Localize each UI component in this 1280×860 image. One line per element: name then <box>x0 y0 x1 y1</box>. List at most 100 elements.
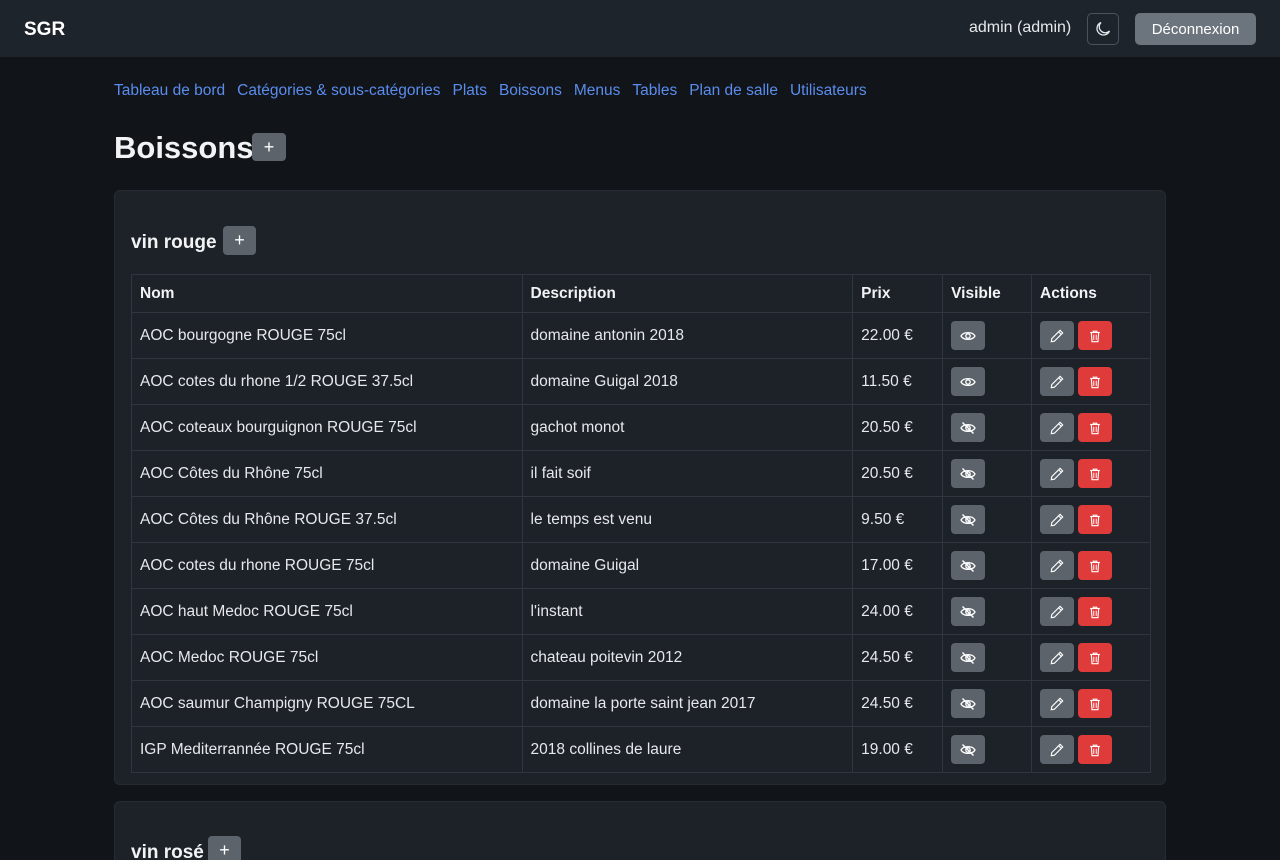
table-row: AOC coteaux bourguignon ROUGE 75cl gachot… <box>131 404 1151 451</box>
toggle-visibility-button[interactable] <box>951 459 986 488</box>
cell-prix: 17.00 € <box>852 542 944 589</box>
pencil-icon <box>1050 743 1064 756</box>
toggle-visibility-button[interactable] <box>951 505 986 534</box>
table-header-row: Nom Description Prix Visible Actions <box>131 274 1151 313</box>
edit-button[interactable] <box>1040 551 1075 580</box>
logout-button[interactable]: Déconnexion <box>1135 13 1256 45</box>
nav-link-plats[interactable]: Plats <box>453 82 487 100</box>
section-card-vin-rouge: vin rouge + Nom Description Prix Visible… <box>114 190 1166 785</box>
cell-actions <box>1031 680 1151 727</box>
trash-icon <box>1090 514 1100 526</box>
table-body: AOC bourgogne ROUGE 75cl domaine antonin … <box>131 312 1151 773</box>
trash-icon <box>1090 560 1100 572</box>
trash-icon <box>1090 698 1100 710</box>
eye-slash-icon <box>960 697 976 710</box>
table-row: AOC Côtes du Rhône ROUGE 37.5cl le temps … <box>131 496 1151 543</box>
trash-icon <box>1090 330 1100 342</box>
cell-nom: AOC Côtes du Rhône ROUGE 37.5cl <box>131 496 523 543</box>
cell-prix: 24.00 € <box>852 588 944 635</box>
trash-icon <box>1090 606 1100 618</box>
delete-button[interactable] <box>1078 321 1113 350</box>
cell-prix: 20.50 € <box>852 404 944 451</box>
cell-nom: AOC coteaux bourguignon ROUGE 75cl <box>131 404 523 451</box>
nav-link-menus[interactable]: Menus <box>574 82 621 100</box>
column-header-nom: Nom <box>131 274 523 313</box>
delete-button[interactable] <box>1078 597 1113 626</box>
edit-button[interactable] <box>1040 597 1075 626</box>
toggle-visibility-button[interactable] <box>951 413 986 442</box>
eye-slash-icon <box>960 421 976 434</box>
cell-visible <box>942 726 1033 773</box>
cell-description: l'instant <box>521 588 854 635</box>
section-title: vin rouge <box>131 232 217 253</box>
column-header-visible: Visible <box>942 274 1033 313</box>
edit-button[interactable] <box>1040 689 1075 718</box>
cell-description: domaine la porte saint jean 2017 <box>521 680 854 727</box>
cell-nom: AOC cotes du rhone ROUGE 75cl <box>131 542 523 589</box>
brand-logo[interactable]: SGR <box>24 19 65 41</box>
edit-button[interactable] <box>1040 505 1075 534</box>
delete-button[interactable] <box>1078 735 1113 764</box>
cell-nom: AOC Medoc ROUGE 75cl <box>131 634 523 681</box>
pencil-icon <box>1050 513 1064 526</box>
cell-actions <box>1031 358 1151 405</box>
edit-button[interactable] <box>1040 643 1075 672</box>
nav-link-tables[interactable]: Tables <box>632 82 677 100</box>
nav-link-categories[interactable]: Catégories & sous-catégories <box>237 82 440 100</box>
cell-prix: 20.50 € <box>852 450 944 497</box>
cell-visible <box>942 496 1033 543</box>
page-title: Boissons <box>114 130 254 165</box>
section-card-vin-rose: vin rosé + <box>114 801 1166 860</box>
toggle-visibility-button[interactable] <box>951 689 986 718</box>
cell-nom: AOC bourgogne ROUGE 75cl <box>131 312 523 359</box>
nav-link-dashboard[interactable]: Tableau de bord <box>114 82 225 100</box>
trash-icon <box>1090 468 1100 480</box>
edit-button[interactable] <box>1040 413 1075 442</box>
trash-icon <box>1090 376 1100 388</box>
eye-icon <box>960 377 976 386</box>
delete-button[interactable] <box>1078 689 1113 718</box>
nav-link-boissons[interactable]: Boissons <box>499 82 562 100</box>
cell-actions <box>1031 588 1151 635</box>
cell-actions <box>1031 496 1151 543</box>
table-row: AOC haut Medoc ROUGE 75cl l'instant 24.00 … <box>131 588 1151 635</box>
table-row: AOC bourgogne ROUGE 75cl domaine antonin … <box>131 312 1151 359</box>
cell-visible <box>942 450 1033 497</box>
cell-actions <box>1031 726 1151 773</box>
toggle-visibility-button[interactable] <box>951 735 986 764</box>
delete-button[interactable] <box>1078 459 1113 488</box>
eye-slash-icon <box>960 605 976 618</box>
add-to-section-button[interactable]: + <box>223 226 256 255</box>
trash-icon <box>1090 422 1100 434</box>
current-user: admin (admin) <box>969 19 1072 36</box>
trash-icon <box>1090 652 1100 664</box>
pencil-icon <box>1050 467 1064 480</box>
drinks-table: Nom Description Prix Visible Actions AOC… <box>131 274 1151 773</box>
delete-button[interactable] <box>1078 505 1113 534</box>
toggle-visibility-button[interactable] <box>951 597 986 626</box>
toggle-visibility-button[interactable] <box>951 321 986 350</box>
add-boisson-button[interactable]: + <box>252 133 286 161</box>
theme-toggle-button[interactable] <box>1087 13 1119 45</box>
cell-description: 2018 collines de laure <box>521 726 854 773</box>
toggle-visibility-button[interactable] <box>951 367 986 396</box>
delete-button[interactable] <box>1078 413 1113 442</box>
delete-button[interactable] <box>1078 643 1113 672</box>
edit-button[interactable] <box>1040 367 1075 396</box>
table-row: AOC cotes du rhone ROUGE 75cl domaine Gui… <box>131 542 1151 589</box>
cell-description: il fait soif <box>521 450 854 497</box>
moon-icon <box>1096 21 1111 36</box>
edit-button[interactable] <box>1040 735 1075 764</box>
toggle-visibility-button[interactable] <box>951 643 986 672</box>
cell-actions <box>1031 450 1151 497</box>
cell-description: domaine antonin 2018 <box>521 312 854 359</box>
delete-button[interactable] <box>1078 551 1113 580</box>
edit-button[interactable] <box>1040 459 1075 488</box>
nav-link-plan-de-salle[interactable]: Plan de salle <box>689 82 778 100</box>
edit-button[interactable] <box>1040 321 1075 350</box>
cell-nom: AOC haut Medoc ROUGE 75cl <box>131 588 523 635</box>
toggle-visibility-button[interactable] <box>951 551 986 580</box>
add-to-section-button[interactable]: + <box>208 836 241 860</box>
delete-button[interactable] <box>1078 367 1113 396</box>
nav-link-utilisateurs[interactable]: Utilisateurs <box>790 82 867 100</box>
